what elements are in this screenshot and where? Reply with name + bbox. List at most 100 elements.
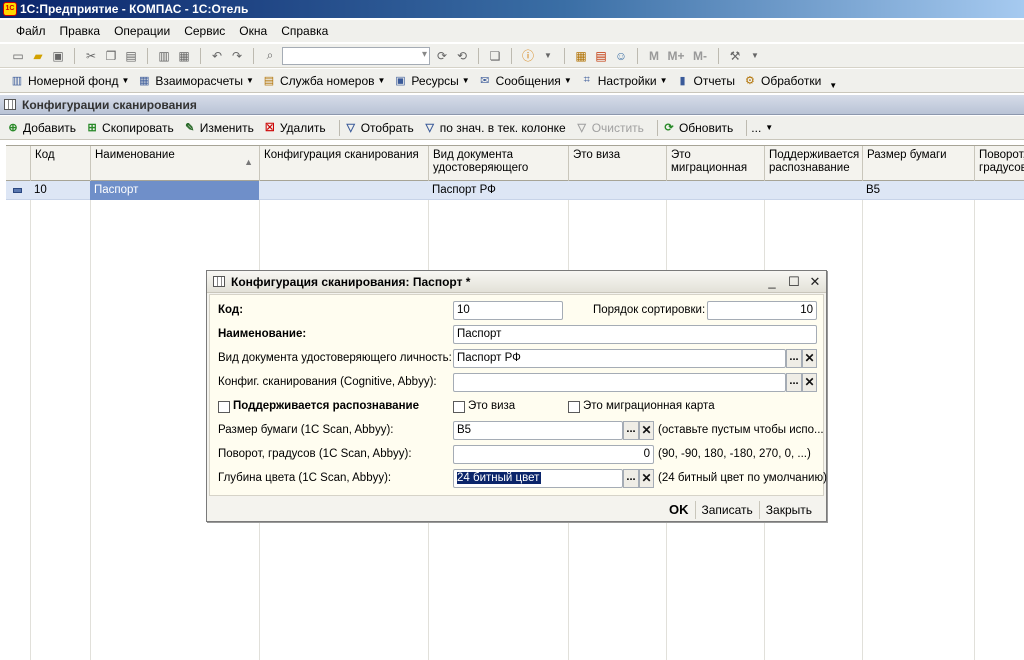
ok-button[interactable]: OK (663, 501, 695, 519)
save-icon[interactable]: ▣ (50, 48, 66, 64)
search-icon[interactable]: ⌕ (262, 48, 278, 64)
cell-name[interactable]: Паспорт (90, 181, 259, 200)
info-icon[interactable]: ⓘ (520, 48, 536, 64)
section-settlements[interactable]: ▦ Взаиморасчеты ▼ (137, 74, 254, 88)
cell-visa[interactable] (568, 181, 666, 200)
dropdown-arrow-icon[interactable]: ▼ (540, 48, 556, 64)
dropdown-arrow-icon: ▼ (246, 76, 254, 85)
name-field[interactable]: Паспорт (453, 325, 817, 344)
cell-recognition[interactable] (764, 181, 862, 200)
open-folder-icon[interactable]: ▰ (30, 48, 46, 64)
cell-paper-size[interactable]: B5 (862, 181, 974, 200)
column-header-config[interactable]: Конфигурация сканирования (259, 146, 428, 182)
add-button[interactable]: ⊕ Добавить (6, 121, 76, 135)
dialog-titlebar[interactable]: Конфигурация сканирования: Паспорт * _ ☐… (207, 271, 826, 293)
memory-minus-button[interactable]: M- (690, 48, 710, 64)
menu-bar: Файл Правка Операции Сервис Окна Справка (0, 20, 1024, 42)
table-header: Код Наименование ▲ Конфигурация сканирова… (6, 145, 1024, 182)
table-row[interactable]: 10 Паспорт Паспорт РФ B5 (6, 181, 1024, 200)
column-header-visa[interactable]: Это виза (568, 146, 666, 182)
windows-icon[interactable]: ❏ (487, 48, 503, 64)
close-icon[interactable]: ✕ (807, 274, 823, 290)
search-combo[interactable] (282, 46, 430, 65)
refresh-button[interactable]: ⟳ Обновить (662, 121, 733, 135)
scan-config-select-button[interactable]: ... (786, 373, 802, 392)
calculator-icon[interactable]: ▦ (573, 48, 589, 64)
color-depth-select-button[interactable]: ... (623, 469, 639, 488)
new-doc-icon[interactable]: ▭ (10, 48, 26, 64)
color-depth-clear-icon[interactable]: ✕ (639, 469, 654, 488)
undo-icon[interactable]: ↶ (209, 48, 225, 64)
section-reports[interactable]: ▮ Отчеты (676, 74, 735, 88)
minimize-icon[interactable]: _ (764, 274, 780, 290)
menu-service[interactable]: Сервис (184, 24, 225, 38)
toolbar-more-arrow-icon[interactable]: ▼ (747, 48, 763, 64)
doc-type-select-button[interactable]: ... (786, 349, 802, 368)
print-icon[interactable]: ▥ (156, 48, 172, 64)
column-header-paper-size[interactable]: Размер бумаги (862, 146, 974, 182)
paper-size-clear-icon[interactable]: ✕ (639, 421, 654, 440)
edit-button[interactable]: ✎ Изменить (183, 121, 254, 135)
column-header-name[interactable]: Наименование ▲ (90, 146, 259, 182)
memory-plus-button[interactable]: M+ (666, 48, 686, 64)
preview-icon[interactable]: ▦ (176, 48, 192, 64)
section-housekeeping[interactable]: ▤ Служба номеров ▼ (262, 74, 386, 88)
section-resources[interactable]: ▣ Ресурсы ▼ (393, 74, 469, 88)
column-header-rotation[interactable]: Поворот, градусов (974, 146, 1024, 182)
find-next-icon[interactable]: ⟳ (434, 48, 450, 64)
clear-filter-button[interactable]: ▽ Очистить (575, 121, 643, 135)
calendar-icon[interactable]: ▤ (593, 48, 609, 64)
find-prev-icon[interactable]: ⟲ (454, 48, 470, 64)
close-button[interactable]: Закрыть (758, 501, 818, 519)
cut-icon[interactable]: ✂ (83, 48, 99, 64)
tools-icon[interactable]: ⚒ (727, 48, 743, 64)
copy-button[interactable]: ⊞ Скопировать (85, 121, 173, 135)
scan-config-clear-icon[interactable]: ✕ (802, 373, 817, 392)
menu-operations[interactable]: Операции (114, 24, 170, 38)
cell-rotation[interactable] (974, 181, 1024, 200)
delete-button[interactable]: ☒ Удалить (263, 121, 326, 135)
menu-help[interactable]: Справка (281, 24, 328, 38)
section-processing[interactable]: ⚙ Обработки (743, 74, 821, 88)
window-titlebar: 1С 1С:Предприятие - КОМПАС - 1С:Отель (0, 0, 1024, 18)
paper-size-select-button[interactable]: ... (623, 421, 639, 440)
memory-m-button[interactable]: M (646, 48, 662, 64)
column-header-code[interactable]: Код (30, 146, 90, 182)
menu-windows[interactable]: Окна (239, 24, 267, 38)
paste-icon[interactable]: ▤ (123, 48, 139, 64)
save-button[interactable]: Записать (694, 501, 759, 519)
code-field[interactable]: 10 (453, 301, 563, 320)
cell-code[interactable]: 10 (30, 181, 90, 200)
recognition-checkbox[interactable] (218, 401, 230, 413)
cell-config[interactable] (259, 181, 428, 200)
visa-checkbox[interactable] (453, 401, 465, 413)
filter-button[interactable]: ▽ Отобрать (344, 121, 413, 135)
menu-file[interactable]: Файл (16, 24, 46, 38)
cell-doc-type[interactable]: Паспорт РФ (428, 181, 568, 200)
maximize-icon[interactable]: ☐ (786, 274, 802, 290)
paper-size-field[interactable]: B5 (453, 421, 623, 440)
column-header-doc-type[interactable]: Вид документа удостоверяющего (428, 146, 568, 182)
doc-type-clear-icon[interactable]: ✕ (802, 349, 817, 368)
toolbar-overflow-icon[interactable]: ▼ (829, 81, 837, 90)
doc-type-field[interactable]: Паспорт РФ (453, 349, 786, 368)
scan-config-field[interactable] (453, 373, 786, 392)
rotation-field[interactable]: 0 (453, 445, 654, 464)
sort-order-field[interactable]: 10 (707, 301, 817, 320)
section-settings[interactable]: ⌗ Настройки ▼ (580, 74, 668, 88)
color-depth-field[interactable]: 24 битный цвет (453, 469, 623, 488)
section-messages[interactable]: ✉ Сообщения ▼ (478, 74, 572, 88)
filter-by-column-button[interactable]: ▽ по знач. в тек. колонке (423, 121, 566, 135)
copy-icon[interactable]: ❐ (103, 48, 119, 64)
name-label: Наименование: (218, 328, 307, 340)
cell-migration[interactable] (666, 181, 764, 200)
column-header-recognition[interactable]: Поддерживается распознавание (764, 146, 862, 182)
section-rooms[interactable]: ▥ Номерной фонд ▼ (10, 74, 130, 88)
redo-icon[interactable]: ↷ (229, 48, 245, 64)
color-depth-hint: (24 битный цвет по умолчанию) (658, 472, 827, 484)
column-header-migration[interactable]: Это миграционная (666, 146, 764, 182)
migration-card-checkbox[interactable] (568, 401, 580, 413)
menu-edit[interactable]: Правка (60, 24, 101, 38)
more-actions-button[interactable]: ... ▼ (751, 121, 773, 135)
users-icon[interactable]: ☺ (613, 48, 629, 64)
